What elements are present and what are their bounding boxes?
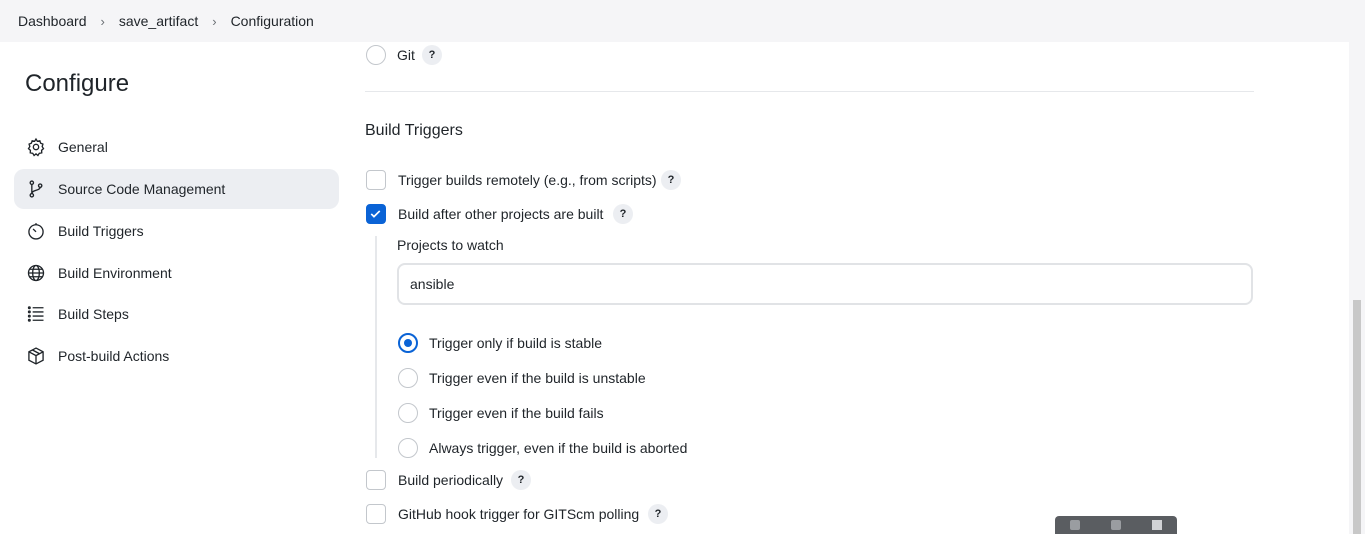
help-icon[interactable]: ? xyxy=(422,45,442,65)
trigger-unstable-radio[interactable] xyxy=(398,368,418,388)
sidebar-item-build-steps[interactable]: Build Steps xyxy=(14,294,339,334)
sidebar-item-general[interactable]: General xyxy=(14,127,339,167)
sidebar-item-build-triggers[interactable]: Build Triggers xyxy=(14,211,339,251)
sidebar-item-label: Build Environment xyxy=(58,265,172,281)
scrollbar-thumb[interactable] xyxy=(1353,300,1361,534)
build-periodically-checkbox[interactable] xyxy=(366,470,386,490)
sidebar-item-source-code-management[interactable]: Source Code Management xyxy=(14,169,339,209)
nested-options-line xyxy=(375,236,377,458)
toolbar-icon[interactable] xyxy=(1070,520,1081,530)
git-label: Git xyxy=(397,47,415,63)
github-hook-label: GitHub hook trigger for GITScm polling xyxy=(398,506,640,522)
list-icon xyxy=(25,303,47,325)
trigger-stable-label: Trigger only if build is stable xyxy=(429,335,603,351)
clock-icon xyxy=(25,220,47,242)
build-triggers-title: Build Triggers xyxy=(365,122,463,139)
toolbar-icon[interactable] xyxy=(1110,520,1121,530)
floating-toolbar[interactable] xyxy=(1055,516,1177,534)
trigger-always-label: Always trigger, even if the build is abo… xyxy=(429,440,688,456)
chevron-right-icon: › xyxy=(100,13,105,29)
trigger-unstable-label: Trigger even if the build is unstable xyxy=(429,370,646,386)
sidebar-item-post-build-actions[interactable]: Post-build Actions xyxy=(14,336,339,376)
help-icon[interactable]: ? xyxy=(648,504,668,524)
checkmark-icon xyxy=(370,210,381,218)
breadcrumb-project[interactable]: save_artifact xyxy=(119,13,198,29)
help-icon[interactable]: ? xyxy=(613,204,633,224)
breadcrumb-dashboard[interactable]: Dashboard xyxy=(18,13,87,29)
trigger-stable-radio[interactable] xyxy=(398,333,418,353)
gear-icon xyxy=(25,136,47,158)
github-hook-checkbox[interactable] xyxy=(366,504,386,524)
breadcrumb-bar: Dashboard › save_artifact › Configuratio… xyxy=(0,0,1349,42)
trigger-remotely-label: Trigger builds remotely (e.g., from scri… xyxy=(398,172,657,188)
sidebar-item-build-environment[interactable]: Build Environment xyxy=(14,253,339,293)
branch-icon xyxy=(25,178,47,200)
sidebar-item-label: Build Triggers xyxy=(58,223,144,239)
build-after-other-checkbox[interactable] xyxy=(366,204,386,224)
globe-icon xyxy=(25,262,47,284)
sidebar-item-label: General xyxy=(58,139,108,155)
sidebar-item-label: Build Steps xyxy=(58,306,129,322)
trigger-always-radio[interactable] xyxy=(398,438,418,458)
section-divider xyxy=(365,91,1254,92)
git-radio[interactable] xyxy=(366,45,386,65)
build-after-other-label: Build after other projects are built xyxy=(398,206,604,222)
sidebar-item-label: Source Code Management xyxy=(58,181,226,197)
trigger-fails-radio[interactable] xyxy=(398,403,418,423)
trigger-fails-label: Trigger even if the build fails xyxy=(429,405,604,421)
breadcrumb-configuration[interactable]: Configuration xyxy=(231,13,314,29)
help-icon[interactable]: ? xyxy=(661,170,681,190)
package-icon xyxy=(25,345,47,367)
projects-to-watch-label: Projects to watch xyxy=(397,237,504,253)
page-title: Configure xyxy=(25,70,130,97)
sidebar-item-label: Post-build Actions xyxy=(58,348,170,364)
build-periodically-label: Build periodically xyxy=(398,472,504,488)
pause-icon[interactable] xyxy=(1151,520,1162,530)
scrollbar[interactable] xyxy=(1349,0,1365,534)
trigger-remotely-checkbox[interactable] xyxy=(366,170,386,190)
projects-to-watch-input[interactable]: ansible xyxy=(397,263,1253,305)
chevron-right-icon: › xyxy=(212,13,217,29)
breadcrumb: Dashboard › save_artifact › Configuratio… xyxy=(0,13,314,29)
help-icon[interactable]: ? xyxy=(511,470,531,490)
